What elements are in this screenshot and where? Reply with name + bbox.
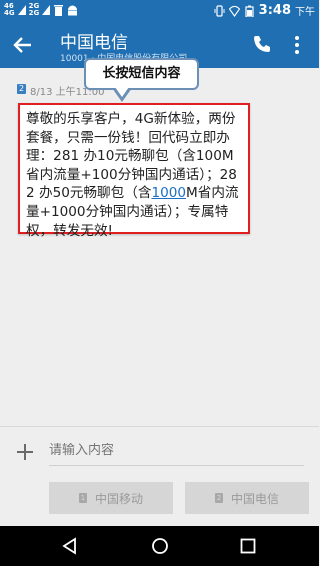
phone-icon[interactable]	[252, 34, 272, 54]
status-time: 3:48	[258, 3, 291, 18]
compose-divider	[0, 426, 319, 427]
sim1-icon: 1	[78, 493, 87, 503]
send-sim2-button[interactable]: 2 中国电信	[185, 482, 309, 514]
signal-indicator-2: 2G 2G	[28, 2, 40, 17]
signal-icon	[17, 5, 26, 15]
android-icon	[68, 5, 78, 16]
send-sim1-label: 中国移动	[94, 491, 143, 506]
wifi-off-icon	[228, 5, 240, 17]
nav-back-icon[interactable]	[60, 536, 80, 556]
conversation-title: 中国电信	[60, 33, 128, 53]
battery-icon	[245, 5, 254, 17]
tooltip-tail-inner	[115, 87, 129, 97]
send-sim1-button[interactable]: 1 中国移动	[49, 482, 173, 514]
message-input[interactable]	[49, 443, 299, 458]
sim2-icon: 2	[214, 493, 223, 503]
navigation-bar	[0, 526, 319, 566]
trash-icon	[54, 5, 64, 16]
send-sim2-label: 中国电信	[230, 491, 279, 506]
signal-indicator-1: 46 4G	[4, 2, 15, 17]
status-bar: 46 4G 2G 2G 3:48 下午	[0, 0, 319, 22]
add-attachment-icon[interactable]	[16, 443, 34, 461]
long-press-tooltip: 长按短信内容	[84, 58, 199, 90]
signal-icon	[42, 5, 51, 15]
nav-recents-icon[interactable]	[238, 536, 258, 556]
more-options-icon[interactable]	[294, 35, 300, 55]
message-text: 尊敬的乐享客户，4G新体验，两份套餐，只需一份钱！回代码立即办理：281 办10…	[26, 111, 239, 239]
back-arrow-icon[interactable]	[12, 34, 34, 56]
vibrate-icon	[214, 4, 225, 17]
status-ampm: 下午	[295, 7, 315, 18]
sim-badge: 2	[17, 84, 26, 94]
message-link[interactable]: 1000	[151, 185, 186, 201]
input-underline	[49, 465, 304, 466]
nav-home-icon[interactable]	[150, 536, 170, 556]
message-bubble[interactable]: 尊敬的乐享客户，4G新体验，两份套餐，只需一份钱！回代码立即办理：281 办10…	[18, 103, 250, 239]
